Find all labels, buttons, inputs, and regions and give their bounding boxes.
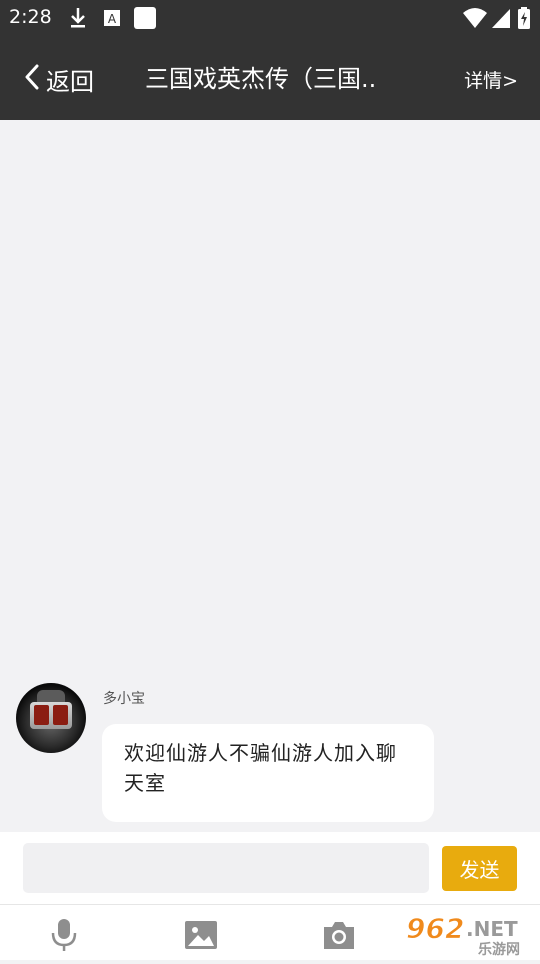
message-input[interactable] xyxy=(23,843,429,893)
signal-icon xyxy=(490,6,512,30)
back-button[interactable]: 返回 xyxy=(24,58,94,100)
send-button[interactable]: 发送 xyxy=(442,846,517,891)
download-icon xyxy=(68,6,88,30)
message-sender: 多小宝 xyxy=(103,691,145,707)
status-time: 2:28 xyxy=(9,6,52,28)
robot-avatar[interactable] xyxy=(16,683,86,753)
a-box-icon: A xyxy=(102,6,122,30)
message-text: 欢迎仙游人不骗仙游人加入聊天室 xyxy=(124,741,397,795)
watermark-logo: 962 .NET 乐游网 xyxy=(400,908,540,960)
wifi-icon xyxy=(462,6,488,30)
status-bar: 2:28 A xyxy=(0,0,540,38)
blank-square-icon xyxy=(133,6,157,30)
header-bar: 返回 三国戏英杰传（三国.. 详情> xyxy=(0,38,540,120)
microphone-icon[interactable] xyxy=(46,917,82,953)
image-icon[interactable] xyxy=(183,917,219,953)
input-bar: 发送 xyxy=(0,832,540,904)
watermark-sub: 乐游网 xyxy=(478,941,520,958)
camera-icon[interactable] xyxy=(321,917,357,953)
watermark-number: 962 xyxy=(406,912,464,945)
watermark-suffix: .NET xyxy=(466,917,518,941)
chevron-left-icon xyxy=(24,64,40,94)
svg-text:A: A xyxy=(108,12,117,26)
back-label: 返回 xyxy=(46,67,94,96)
details-link[interactable]: 详情> xyxy=(464,66,518,93)
message-bubble[interactable]: 欢迎仙游人不骗仙游人加入聊天室 xyxy=(102,724,434,822)
battery-icon xyxy=(517,6,531,30)
page-title: 三国戏英杰传（三国.. xyxy=(145,65,377,93)
